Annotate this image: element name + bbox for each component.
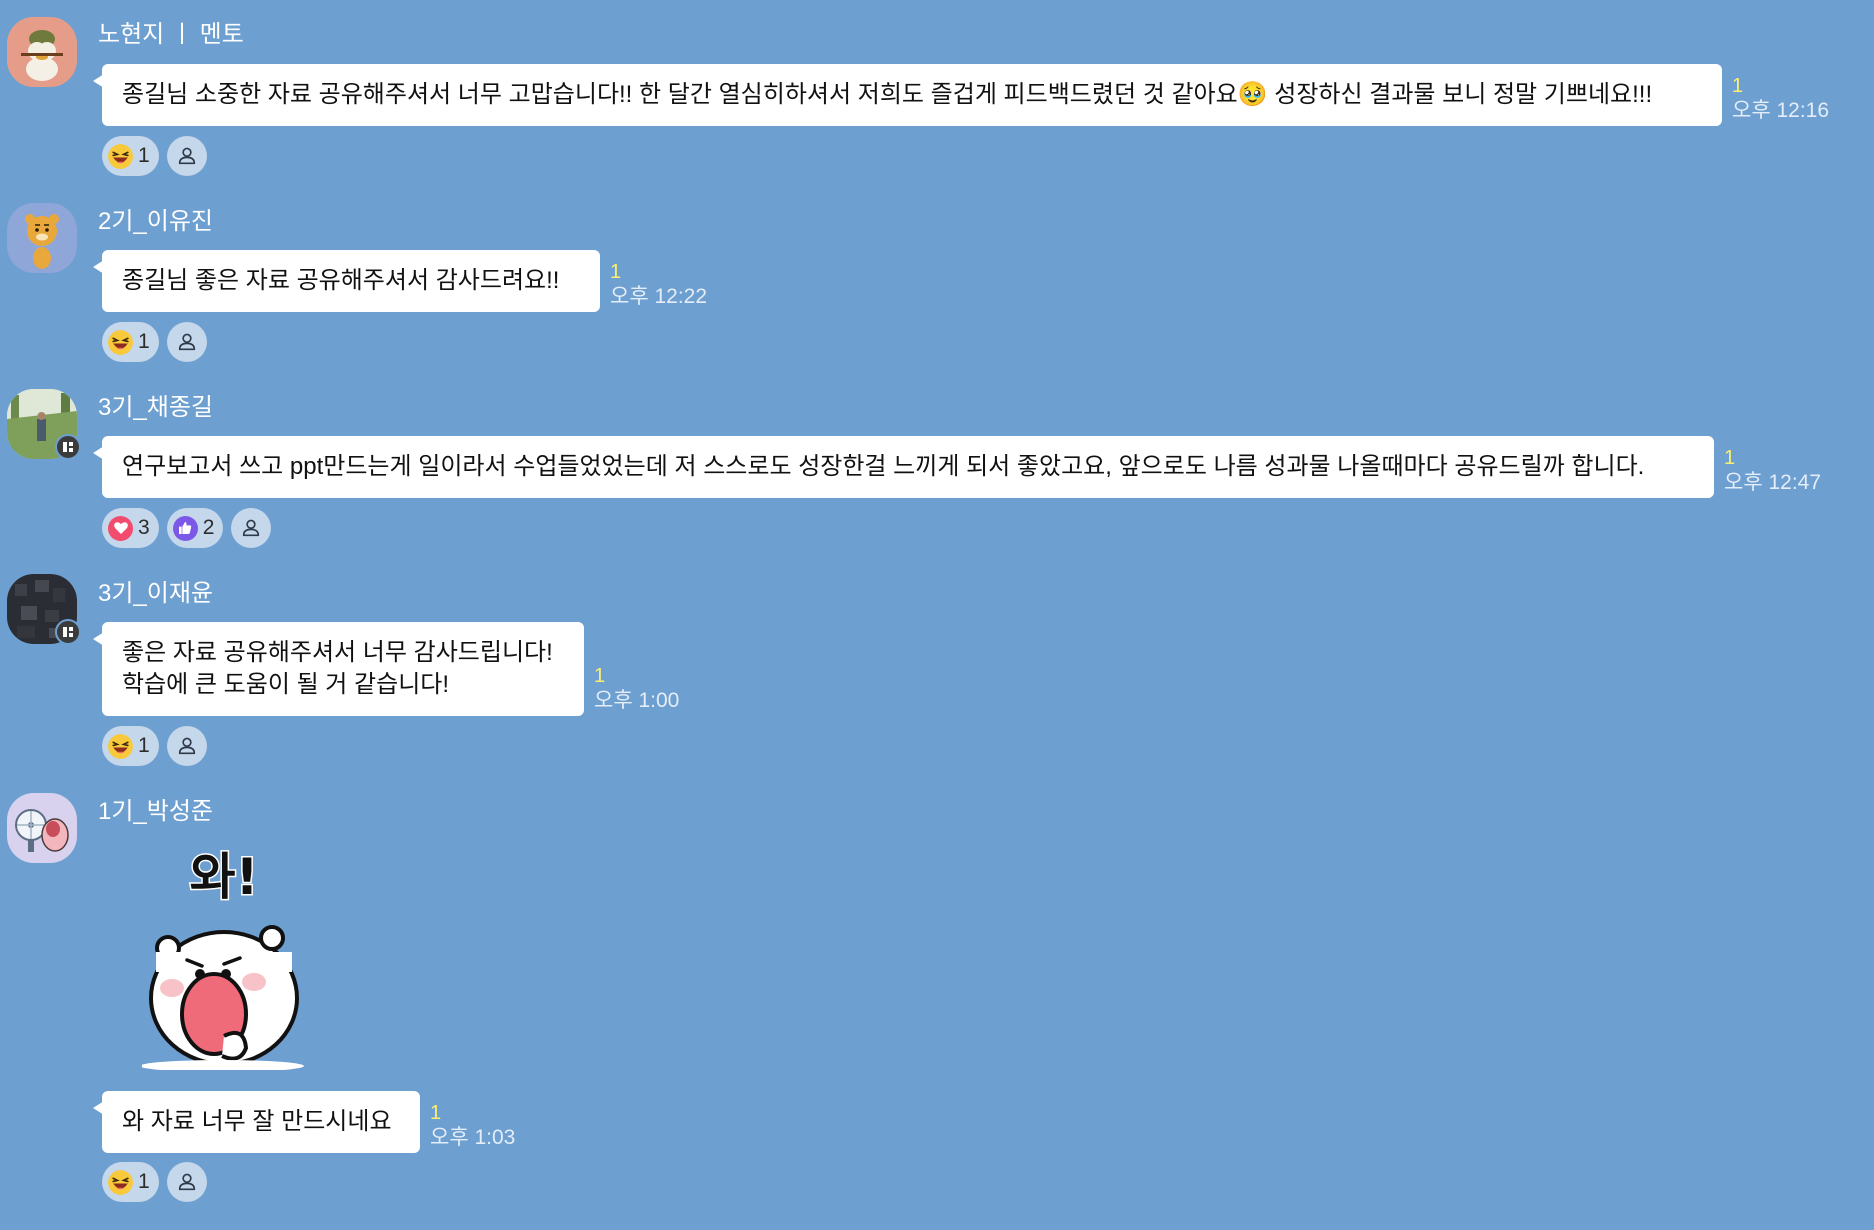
timestamp: 오후 12:47 bbox=[1724, 471, 1822, 494]
reaction-count: 1 bbox=[138, 330, 150, 353]
sender-name: 3기_채종길 bbox=[98, 394, 214, 421]
timestamp: 오후 12:22 bbox=[610, 285, 708, 308]
unread-count: 1 bbox=[1724, 447, 1736, 469]
unread-count: 1 bbox=[610, 261, 622, 283]
message-bubble[interactable]: 종길님 소중한 자료 공유해주셔서 너무 고맙습니다!! 한 달간 열심히하셔서… bbox=[93, 64, 1722, 126]
user-icon bbox=[176, 1171, 198, 1193]
message-meta: 1 오후 12:47 bbox=[1724, 447, 1821, 497]
chat-room: 노현지 ㅣ 멘토 종길님 소중한 자료 공유해주셔서 너무 고맙습니다!! 한 … bbox=[0, 0, 1874, 1230]
timestamp: 오후 1:03 bbox=[430, 1126, 516, 1149]
reaction-count: 1 bbox=[138, 734, 150, 757]
sender-name: 2기_이유진 bbox=[98, 208, 214, 235]
user-icon bbox=[240, 517, 262, 539]
laughing-face-icon bbox=[108, 734, 133, 759]
user-icon bbox=[176, 145, 198, 167]
message-text: 연구보고서 쓰고 ppt만드는게 일이라서 수업들었었는데 저 스스로도 성장한… bbox=[122, 453, 1645, 480]
add-reaction-button[interactable] bbox=[166, 136, 207, 176]
avatar[interactable] bbox=[7, 793, 77, 863]
thumbs-up-icon bbox=[172, 515, 198, 541]
reaction-heart[interactable]: 3 bbox=[102, 508, 159, 548]
unread-count: 1 bbox=[1732, 75, 1744, 97]
reaction-count: 3 bbox=[138, 516, 150, 539]
message-bubble[interactable]: 좋은 자료 공유해주셔서 너무 감사드립니다! 학습에 큰 도움이 될 거 같습… bbox=[93, 622, 584, 716]
message-text-line: 학습에 큰 도움이 될 거 같습니다! bbox=[122, 671, 450, 698]
message-meta: 1 오후 1:03 bbox=[430, 1102, 515, 1152]
profile-badge-icon bbox=[55, 434, 81, 460]
laughing-face-icon bbox=[108, 144, 133, 169]
reaction-laugh[interactable]: 1 bbox=[102, 1162, 159, 1202]
message-bubble[interactable]: 와 자료 너무 잘 만드시네요 bbox=[93, 1091, 420, 1153]
laughing-face-icon bbox=[108, 1170, 133, 1195]
add-reaction-button[interactable] bbox=[231, 508, 272, 548]
reaction-laugh[interactable]: 1 bbox=[102, 136, 159, 176]
message-meta: 1 오후 12:16 bbox=[1732, 75, 1829, 125]
message-text: 와 자료 너무 잘 만드시네요 bbox=[122, 1108, 392, 1135]
sticker-text: 와! bbox=[190, 848, 259, 906]
message-bubble[interactable]: 종길님 좋은 자료 공유해주셔서 감사드려요!! bbox=[93, 250, 600, 312]
reaction-laugh[interactable]: 1 bbox=[102, 322, 159, 362]
reaction-count: 1 bbox=[138, 1170, 150, 1193]
sender-name: 1기_박성준 bbox=[98, 798, 214, 825]
timestamp: 오후 1:00 bbox=[594, 689, 680, 712]
sticker-image[interactable]: 와! bbox=[142, 842, 306, 1070]
laughing-face-icon bbox=[108, 330, 133, 355]
user-icon bbox=[176, 735, 198, 757]
reaction-thumbs-up[interactable]: 2 bbox=[166, 508, 224, 548]
message-meta: 1 오후 12:22 bbox=[610, 261, 707, 311]
message-text: 종길님 좋은 자료 공유해주셔서 감사드려요!! bbox=[122, 267, 560, 294]
add-reaction-button[interactable] bbox=[166, 322, 207, 362]
reaction-bar: 3 2 bbox=[102, 508, 272, 548]
timestamp: 오후 12:16 bbox=[1732, 99, 1830, 122]
sender-name: 3기_이재윤 bbox=[98, 580, 214, 607]
reaction-count: 2 bbox=[202, 516, 215, 539]
reaction-bar: 1 bbox=[102, 1162, 207, 1202]
avatar[interactable] bbox=[7, 17, 77, 87]
unread-count: 1 bbox=[594, 665, 606, 687]
reaction-count: 1 bbox=[138, 144, 150, 167]
message-text-line: 좋은 자료 공유해주셔서 너무 감사드립니다! bbox=[122, 639, 553, 666]
profile-badge-icon bbox=[55, 619, 81, 645]
avatar[interactable] bbox=[7, 203, 77, 273]
message-meta: 1 오후 1:00 bbox=[594, 665, 679, 715]
reaction-laugh[interactable]: 1 bbox=[102, 726, 159, 766]
reaction-bar: 1 bbox=[102, 322, 207, 362]
message-text: 종길님 소중한 자료 공유해주셔서 너무 고맙습니다!! 한 달간 열심히하셔서… bbox=[122, 81, 1653, 108]
add-reaction-button[interactable] bbox=[166, 726, 207, 766]
unread-count: 1 bbox=[430, 1102, 442, 1124]
heart-icon bbox=[108, 515, 133, 541]
user-icon bbox=[176, 331, 198, 353]
add-reaction-button[interactable] bbox=[166, 1162, 207, 1202]
message-bubble[interactable]: 연구보고서 쓰고 ppt만드는게 일이라서 수업들었었는데 저 스스로도 성장한… bbox=[93, 436, 1714, 498]
sender-name: 노현지 ㅣ 멘토 bbox=[98, 21, 244, 48]
reaction-bar: 1 bbox=[102, 136, 207, 176]
reaction-bar: 1 bbox=[102, 726, 207, 766]
